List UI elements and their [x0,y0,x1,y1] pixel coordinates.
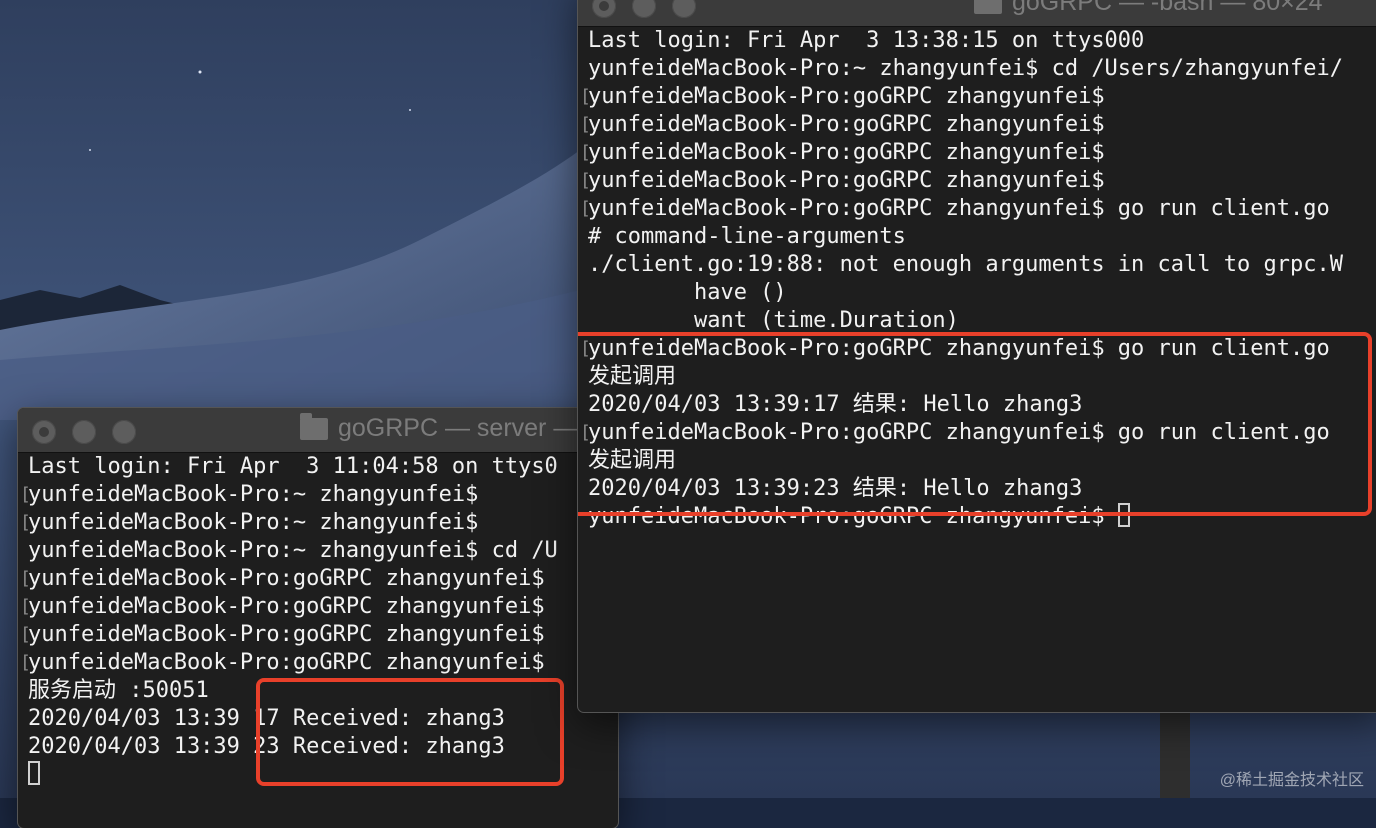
line-text: yunfeideMacBook-Pro:goGRPC zhangyunfei$ … [588,420,1330,445]
window-title: goGRPC — server — [338,414,579,442]
close-icon[interactable] [32,420,56,444]
terminal-line: [yunfeideMacBook-Pro:goGRPC zhangyunfei$… [580,195,1376,223]
terminal-line: 发起调用 [588,447,1376,475]
minimize-icon[interactable] [72,420,96,444]
line-marker: [ [580,422,591,443]
terminal-line: [yunfeideMacBook-Pro:goGRPC zhangyunfei$ [20,621,618,649]
line-text: yunfeideMacBook-Pro:goGRPC zhangyunfei$ [28,594,545,619]
line-text: yunfeideMacBook-Pro:goGRPC zhangyunfei$ [588,504,1118,529]
zoom-icon[interactable] [112,420,136,444]
terminal-line [28,761,618,789]
close-icon[interactable] [592,0,616,18]
line-marker: [ [20,484,31,505]
line-text: yunfeideMacBook-Pro:goGRPC zhangyunfei$ … [588,196,1330,221]
terminal-line: 服务启动 :50051 [28,677,618,705]
line-marker: [ [580,86,591,107]
terminal-line: [yunfeideMacBook-Pro:~ zhangyunfei$ [20,509,618,537]
client-terminal-window[interactable]: goGRPC — -bash — 80×24 Last login: Fri A… [578,0,1376,712]
line-text: yunfeideMacBook-Pro:~ zhangyunfei$ [28,482,479,507]
line-text: 服务启动 :50051 [28,678,209,703]
terminal-line: yunfeideMacBook-Pro:goGRPC zhangyunfei$ [588,503,1376,531]
terminal-line: 2020/04/03 13:39 17 Received: zhang3 [28,705,618,733]
terminal-line: [yunfeideMacBook-Pro:goGRPC zhangyunfei$… [580,419,1376,447]
terminal-line: want (time.Duration) [588,307,1376,335]
line-text: yunfeideMacBook-Pro:goGRPC zhangyunfei$ [588,168,1105,193]
terminal-line: [yunfeideMacBook-Pro:goGRPC zhangyunfei$ [580,83,1376,111]
line-text: yunfeideMacBook-Pro:goGRPC zhangyunfei$ [588,84,1105,109]
terminal-line: have () [588,279,1376,307]
client-titlebar[interactable]: goGRPC — -bash — 80×24 [578,0,1376,27]
terminal-line: yunfeideMacBook-Pro:~ zhangyunfei$ cd /U… [588,55,1376,83]
server-terminal-window[interactable]: goGRPC — server — Last login: Fri Apr 3 … [18,408,618,828]
line-marker: [ [20,652,31,673]
line-text: yunfeideMacBook-Pro:~ zhangyunfei$ cd /U… [588,56,1343,81]
line-text: yunfeideMacBook-Pro:goGRPC zhangyunfei$ … [588,336,1330,361]
line-text: Last login: Fri Apr 3 13:38:15 on ttys00… [588,28,1145,53]
line-text: 2020/04/03 13:39 17 Received: zhang3 [28,706,505,731]
terminal-line: [yunfeideMacBook-Pro:goGRPC zhangyunfei$ [580,167,1376,195]
terminal-line: [yunfeideMacBook-Pro:goGRPC zhangyunfei$ [20,565,618,593]
line-marker: [ [580,142,591,163]
line-text: Last login: Fri Apr 3 11:04:58 on ttys0 [28,454,558,479]
terminal-line: ./client.go:19:88: not enough arguments … [588,251,1376,279]
terminal-line: [yunfeideMacBook-Pro:goGRPC zhangyunfei$… [580,335,1376,363]
terminal-line: # command-line-arguments [588,223,1376,251]
line-text: yunfeideMacBook-Pro:~ zhangyunfei$ [28,510,479,535]
zoom-icon[interactable] [672,0,696,18]
text-cursor [1117,503,1130,527]
terminal-line: [yunfeideMacBook-Pro:~ zhangyunfei$ [20,481,618,509]
line-text: 发起调用 [588,448,677,473]
terminal-output[interactable]: Last login: Fri Apr 3 13:38:15 on ttys00… [578,27,1376,712]
line-text: ./client.go:19:88: not enough arguments … [588,252,1343,277]
line-text: yunfeideMacBook-Pro:goGRPC zhangyunfei$ [28,622,545,647]
line-text: yunfeideMacBook-Pro:goGRPC zhangyunfei$ [28,650,545,675]
line-text: yunfeideMacBook-Pro:~ zhangyunfei$ cd /U [28,538,558,563]
terminal-line: [yunfeideMacBook-Pro:goGRPC zhangyunfei$ [580,111,1376,139]
text-cursor [28,761,40,785]
terminal-line: 发起调用 [588,363,1376,391]
line-marker: [ [20,624,31,645]
terminal-line: 2020/04/03 13:39 23 Received: zhang3 [28,733,618,761]
folder-icon [300,412,328,440]
terminal-line: [yunfeideMacBook-Pro:goGRPC zhangyunfei$ [20,593,618,621]
line-marker: [ [580,198,591,219]
line-marker: [ [580,338,591,359]
line-marker: [ [20,512,31,533]
folder-icon [974,0,1002,14]
line-text: have () [588,280,787,305]
terminal-line: Last login: Fri Apr 3 13:38:15 on ttys00… [588,27,1376,55]
line-text: want (time.Duration) [588,308,959,333]
terminal-line: [yunfeideMacBook-Pro:goGRPC zhangyunfei$ [580,139,1376,167]
line-text: 2020/04/03 13:39 23 Received: zhang3 [28,734,505,759]
terminal-line: yunfeideMacBook-Pro:~ zhangyunfei$ cd /U [28,537,618,565]
watermark: @稀土掘金技术社区 [1219,772,1364,789]
minimize-icon[interactable] [632,0,656,18]
line-text: # command-line-arguments [588,224,906,249]
line-marker: [ [20,596,31,617]
line-marker: [ [20,568,31,589]
terminal-line: [yunfeideMacBook-Pro:goGRPC zhangyunfei$ [20,649,618,677]
window-gap-strip [1160,712,1190,798]
terminal-line: 2020/04/03 13:39:23 结果: Hello zhang3 [588,475,1376,503]
line-text: yunfeideMacBook-Pro:goGRPC zhangyunfei$ [588,140,1105,165]
line-marker: [ [580,114,591,135]
line-text: yunfeideMacBook-Pro:goGRPC zhangyunfei$ [28,566,545,591]
line-text: 发起调用 [588,364,677,389]
server-titlebar[interactable]: goGRPC — server — [18,408,618,453]
line-text: 2020/04/03 13:39:17 结果: Hello zhang3 [588,392,1083,417]
window-title: goGRPC — -bash — 80×24 [1012,0,1323,16]
terminal-line: Last login: Fri Apr 3 11:04:58 on ttys0 [28,453,618,481]
line-text: 2020/04/03 13:39:23 结果: Hello zhang3 [588,476,1083,501]
terminal-output[interactable]: Last login: Fri Apr 3 11:04:58 on ttys0[… [18,453,618,828]
line-marker: [ [580,170,591,191]
line-text: yunfeideMacBook-Pro:goGRPC zhangyunfei$ [588,112,1105,137]
terminal-line: 2020/04/03 13:39:17 结果: Hello zhang3 [588,391,1376,419]
